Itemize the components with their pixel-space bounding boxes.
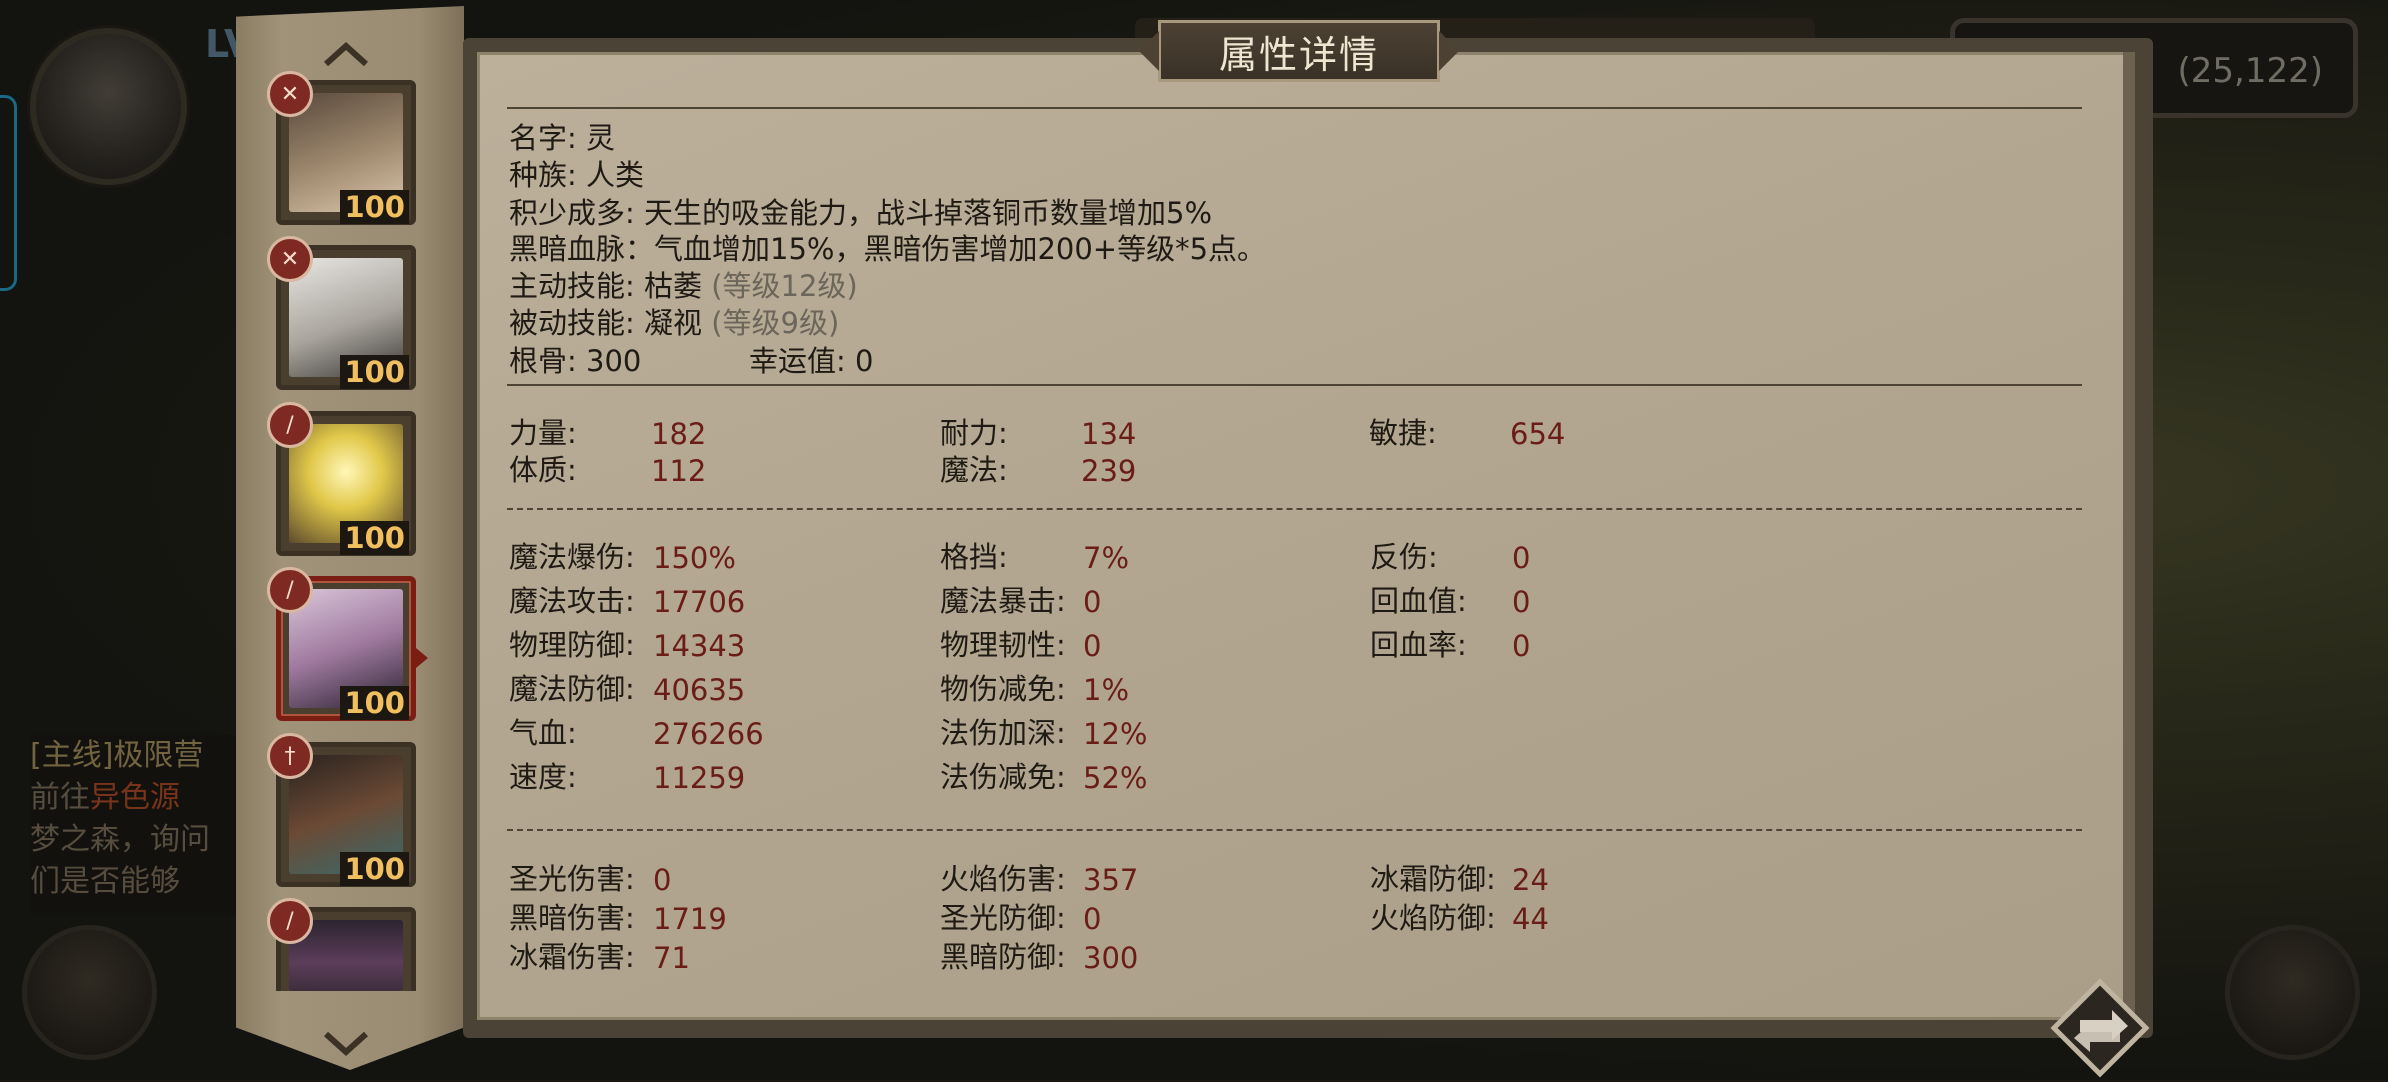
stat-value: 0 (1512, 629, 1531, 663)
stat-label: 体质: (509, 453, 577, 487)
stat-value: 1719 (653, 902, 727, 936)
stat-label: 魔法暴击: (940, 584, 1066, 618)
active-skill-label: 主动技能: 枯萎 (509, 269, 702, 303)
stat-value: 654 (1510, 417, 1566, 451)
info-passive-skill: 被动技能: 凝视 (等级9级) (509, 305, 839, 341)
character-level-badge: 100 (340, 852, 409, 886)
stat-value: 11259 (653, 761, 746, 795)
passive-skill-level: (等级9级) (711, 306, 840, 340)
stat-value: 1% (1083, 673, 1130, 707)
panel-edge (2123, 52, 2135, 1020)
scroll-down-icon[interactable] (318, 1028, 374, 1060)
stat-value: 52% (1083, 761, 1148, 795)
stat-label: 法伤加深: (940, 716, 1066, 750)
passive-skill-label: 被动技能: 凝视 (509, 306, 702, 340)
stat-value: 357 (1083, 863, 1139, 897)
panel-title: 属性详情 (1139, 20, 1459, 82)
info-name: 名字: 灵 (509, 121, 615, 155)
divider (507, 384, 2082, 386)
character-card[interactable]: ✕ 100 (267, 71, 416, 225)
stat-value: 0 (1512, 541, 1531, 575)
stat-label: 魔法爆伤: (509, 540, 635, 574)
stat-label: 魔法: (940, 453, 1008, 487)
stat-label: 耐力: (940, 416, 1008, 450)
dagger-icon: † (267, 733, 313, 779)
stat-label: 冰霜防御: (1370, 862, 1496, 896)
character-level-badge: 100 (340, 521, 409, 555)
stat-value: 7% (1083, 541, 1130, 575)
stat-value: 14343 (653, 629, 746, 663)
stat-label: 黑暗防御: (940, 940, 1066, 974)
swap-button[interactable] (2050, 978, 2150, 1078)
stat-label: 火焰防御: (1370, 901, 1496, 935)
info-trait-1: 积少成多: 天生的吸金能力，战斗掉落铜币数量增加5% (509, 196, 1212, 230)
stat-label: 回血率: (1370, 628, 1467, 662)
stat-value: 0 (653, 863, 672, 897)
character-card[interactable]: / 100 (267, 402, 416, 556)
character-level-badge: 100 (340, 355, 409, 389)
sword-icon: / (267, 567, 313, 613)
attribute-panel (463, 38, 2153, 1038)
stat-label: 物理防御: (509, 628, 635, 662)
stat-value: 134 (1081, 417, 1137, 451)
stat-value: 0 (1083, 629, 1102, 663)
active-skill-level: (等级12级) (711, 269, 858, 303)
stat-label: 圣光防御: (940, 901, 1066, 935)
stat-value: 112 (651, 454, 707, 488)
stat-label: 黑暗伤害: (509, 901, 635, 935)
character-card-selected[interactable]: / 100 (267, 567, 416, 721)
stat-label: 魔法攻击: (509, 584, 635, 618)
stat-label: 气血: (509, 716, 577, 750)
info-trait-2: 黑暗血脉：气血增加15%，黑暗伤害增加200+等级*5点。 (509, 232, 1267, 266)
character-card[interactable]: / (267, 898, 416, 991)
selected-pointer-icon (416, 648, 428, 668)
character-card[interactable]: † 100 (267, 733, 416, 887)
character-level-badge: 100 (340, 686, 409, 720)
stat-label: 物伤减免: (940, 672, 1066, 706)
divider (507, 508, 2082, 510)
stat-label: 法伤减免: (940, 760, 1066, 794)
stat-value: 150% (653, 541, 736, 575)
stat-label: 圣光伤害: (509, 862, 635, 896)
stat-value: 0 (1083, 585, 1102, 619)
stat-value: 182 (651, 417, 707, 451)
info-race: 种族: 人类 (509, 158, 644, 192)
stat-label: 魔法防御: (509, 672, 635, 706)
stat-value: 300 (1083, 941, 1139, 975)
swap-arrows-icon (2050, 978, 2150, 1078)
stat-label: 物理韧性: (940, 628, 1066, 662)
info-luck: 幸运值: 0 (749, 344, 874, 378)
stat-label: 敏捷: (1369, 416, 1437, 450)
divider (507, 829, 2082, 831)
stat-label: 冰霜伤害: (509, 940, 635, 974)
stat-value: 71 (653, 941, 690, 975)
info-root-bone: 根骨: 300 (509, 344, 642, 378)
scroll-up-icon[interactable] (318, 38, 374, 70)
sword-icon: / (267, 898, 313, 944)
stat-label: 格挡: (940, 540, 1008, 574)
stat-value: 44 (1512, 902, 1549, 936)
stat-value: 40635 (653, 673, 746, 707)
stat-label: 力量: (509, 416, 577, 450)
crossed-swords-icon: ✕ (267, 71, 313, 117)
stat-value: 276266 (653, 717, 764, 751)
stat-value: 239 (1081, 454, 1137, 488)
stat-value: 12% (1083, 717, 1148, 751)
stat-value: 17706 (653, 585, 746, 619)
crossed-swords-icon: ✕ (267, 236, 313, 282)
stat-label: 回血值: (1370, 584, 1467, 618)
info-active-skill: 主动技能: 枯萎 (等级12级) (509, 268, 858, 304)
stat-label: 速度: (509, 760, 577, 794)
stat-value: 24 (1512, 863, 1549, 897)
stat-value: 0 (1083, 902, 1102, 936)
character-level-badge: 100 (340, 190, 409, 224)
sword-icon: / (267, 402, 313, 448)
stat-label: 反伤: (1370, 540, 1438, 574)
stat-value: 0 (1512, 585, 1531, 619)
stat-label: 火焰伤害: (940, 862, 1066, 896)
character-card[interactable]: ✕ 100 (267, 236, 416, 390)
divider (507, 107, 2082, 109)
